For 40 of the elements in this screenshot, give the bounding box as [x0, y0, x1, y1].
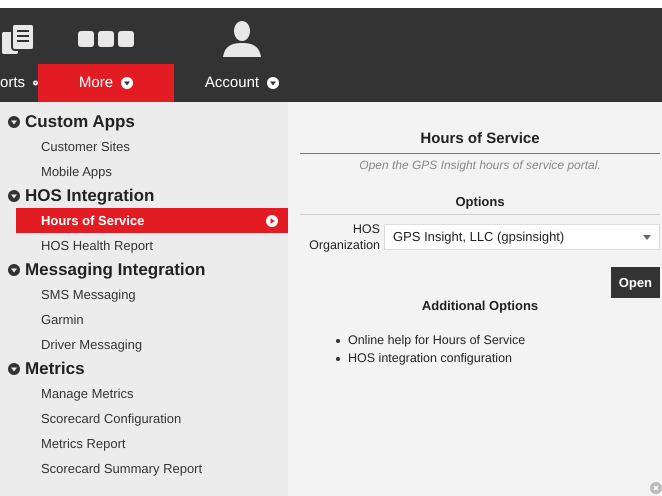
group-heading: HOS Integration [25, 185, 154, 208]
menu-item[interactable]: Customer Sites [16, 134, 288, 159]
menu-item[interactable]: Metrics Report [16, 431, 288, 456]
group-heading: Metrics [25, 358, 85, 380]
collapse-icon [8, 116, 20, 128]
menu-item[interactable]: Scorecard Configuration [16, 406, 288, 431]
nav-tab[interactable]: Account [174, 64, 310, 102]
collapse-icon [8, 264, 20, 276]
menu-item[interactable]: SMS Messaging [16, 282, 288, 307]
section-heading: Options [300, 192, 660, 215]
nav-tab[interactable]: orts [0, 64, 38, 102]
collapse-icon [8, 190, 20, 202]
menu-item[interactable]: Garmin [16, 307, 288, 332]
panel-subtitle: Open the GPS Insight hours of service portal. [358, 156, 602, 174]
panel-title: Hours of Service [300, 128, 660, 154]
play-icon [266, 214, 278, 226]
caret-icon [643, 234, 651, 240]
collapse-icon [8, 363, 20, 375]
field-label: HOS Organization [308, 221, 380, 253]
group-heading: Custom Apps [25, 111, 135, 134]
bullet-icon [336, 338, 340, 342]
open-button[interactable]: Open [610, 267, 660, 298]
close-icon[interactable] [650, 482, 662, 494]
more-icon [78, 31, 134, 47]
organization-select[interactable]: GPS Insight, LLC (gpsinsight) [384, 224, 660, 250]
help-link[interactable]: Online help for Hours of Service [348, 331, 526, 350]
menu-item[interactable]: Manage Metrics [16, 381, 288, 406]
menu-item[interactable]: HOS Health Report [16, 233, 288, 258]
help-link[interactable]: HOS integration configuration [348, 349, 512, 368]
caret-icon [267, 77, 280, 89]
menu-item[interactable]: Hours of Service [16, 208, 288, 233]
bullet-icon [336, 356, 340, 360]
menu-item[interactable]: Scorecard Summary Report [16, 456, 288, 481]
caret-icon [121, 77, 134, 89]
person-icon [223, 21, 261, 57]
section-heading: Additional Options [420, 297, 540, 315]
nav-tab[interactable]: More [38, 64, 174, 102]
menu-item[interactable]: Mobile Apps [16, 159, 288, 184]
menu-item[interactable]: Driver Messaging [16, 332, 288, 357]
group-heading: Messaging Integration [25, 259, 206, 282]
